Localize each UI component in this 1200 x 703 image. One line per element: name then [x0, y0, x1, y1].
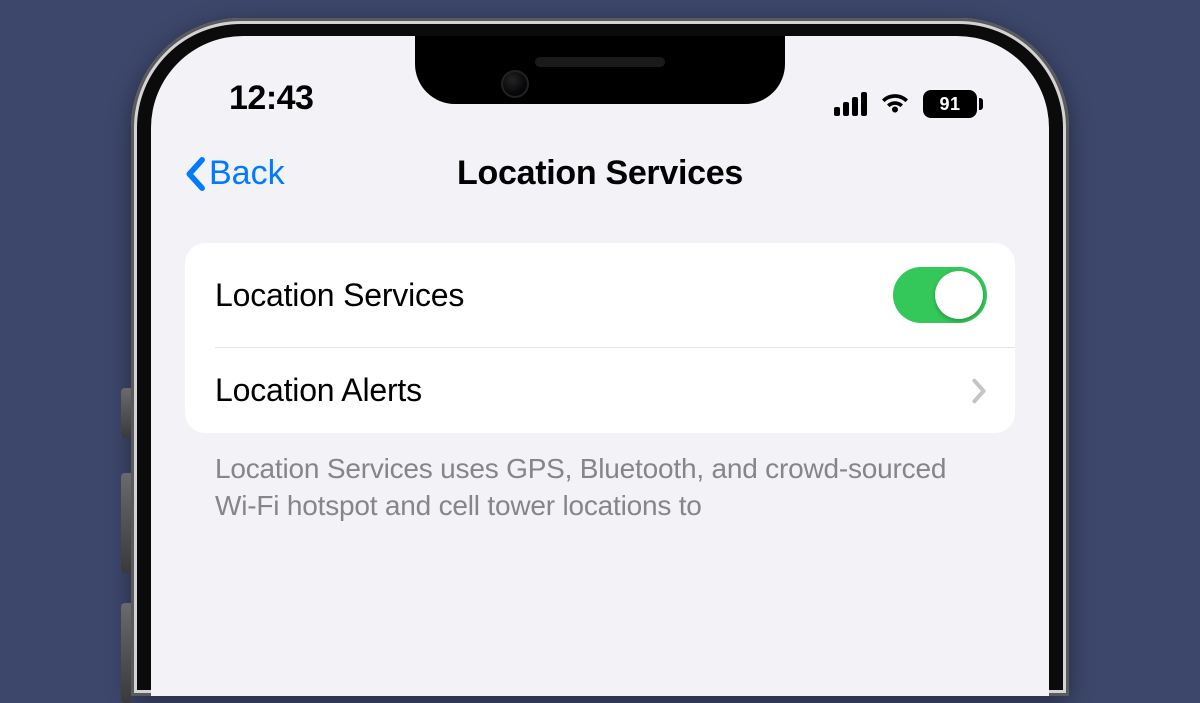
- phone-frame: 12:43 91 B: [131, 18, 1069, 696]
- side-button: [121, 473, 131, 573]
- battery-level: 91: [923, 90, 977, 118]
- side-button: [121, 603, 131, 703]
- status-indicators: 91: [834, 90, 989, 118]
- wifi-icon: [879, 92, 911, 116]
- notch: [415, 36, 785, 104]
- row-location-services[interactable]: Location Services: [185, 243, 1015, 347]
- side-button: [121, 388, 131, 438]
- row-label: Location Services: [215, 277, 464, 314]
- speaker-grille: [535, 57, 665, 67]
- content: Location Services Location Alerts Locati…: [151, 205, 1049, 525]
- settings-group: Location Services Location Alerts: [185, 243, 1015, 433]
- footer-description: Location Services uses GPS, Bluetooth, a…: [185, 433, 1015, 525]
- cellular-signal-icon: [834, 92, 867, 116]
- battery-indicator: 91: [923, 90, 983, 118]
- row-location-alerts[interactable]: Location Alerts: [185, 348, 1015, 433]
- location-services-toggle[interactable]: [893, 267, 987, 323]
- front-camera: [501, 70, 529, 98]
- chevron-left-icon: [185, 157, 205, 191]
- back-label: Back: [209, 154, 285, 193]
- screen: 12:43 91 B: [151, 36, 1049, 696]
- back-button[interactable]: Back: [185, 154, 285, 193]
- toggle-knob: [935, 271, 983, 319]
- row-label: Location Alerts: [215, 372, 422, 409]
- status-time: 12:43: [211, 79, 313, 118]
- navigation-bar: Back Location Services: [151, 126, 1049, 205]
- chevron-right-icon: [971, 377, 987, 405]
- page-title: Location Services: [457, 154, 743, 193]
